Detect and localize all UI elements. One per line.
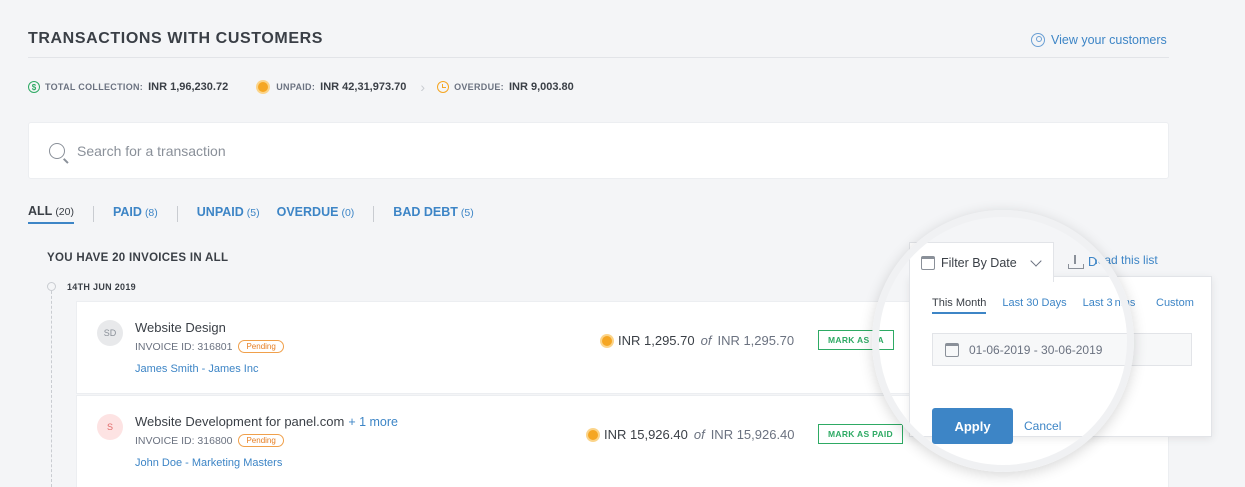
tab-unpaid-count: (5): [246, 207, 260, 219]
tab-bad-debt-label: BAD DEBT: [393, 205, 458, 219]
invoice-id: INVOICE ID: 316801: [135, 340, 233, 353]
clock-icon: [437, 81, 450, 93]
tab-months-partial[interactable]: nths: [1115, 297, 1136, 314]
tab-bad-debt-count: (5): [460, 207, 474, 219]
total-collection-stat: $ TOTAL COLLECTION: INR 1,96,230.72: [28, 81, 228, 93]
avatar: S: [97, 414, 123, 440]
tab-paid-label: PAID: [113, 205, 142, 219]
customer-link[interactable]: James Smith - James Inc: [135, 363, 258, 375]
filter-by-date-label: Filter By Date: [941, 255, 1017, 270]
filter-by-date-button[interactable]: Filter By Date: [909, 242, 1054, 282]
timeline-dot: [47, 282, 56, 291]
status-badge: Pending: [238, 340, 284, 353]
sun-icon: [588, 429, 598, 440]
tab-unpaid[interactable]: UNPAID (5): [197, 205, 260, 223]
amount-of: of: [693, 427, 705, 442]
tab-all-count: (20): [55, 206, 74, 218]
status-badge: Pending: [238, 434, 284, 447]
apply-button[interactable]: Apply: [932, 408, 1013, 444]
mark-as-paid-button[interactable]: MARK AS PAID: [818, 424, 903, 444]
tab-last-30-days[interactable]: Last 30 Days: [1002, 297, 1066, 314]
tab-last-3-months[interactable]: Last 3: [1083, 297, 1113, 314]
tab-overdue-count: (0): [341, 207, 355, 219]
date-group-label: 14TH JUN 2019: [67, 282, 136, 292]
tab-all[interactable]: ALL (20): [28, 204, 74, 224]
tab-unpaid-label: UNPAID: [196, 205, 244, 219]
timeline-line: [51, 286, 52, 487]
sun-icon: [258, 82, 269, 92]
search-bar[interactable]: [28, 122, 1169, 179]
separator-icon: ›: [420, 79, 426, 95]
amount-due: INR 15,926.40: [604, 427, 688, 442]
download-partial-label: D: [1088, 255, 1098, 269]
unpaid-value: INR 42,31,973.70: [320, 81, 407, 93]
invoice-id-row: INVOICE ID: 316801 Pending: [135, 340, 284, 353]
tab-overdue-label: OVERDUE: [276, 205, 339, 219]
tab-bad-debt[interactable]: BAD DEBT (5): [393, 205, 473, 223]
total-collection-label: TOTAL COLLECTION:: [45, 82, 144, 92]
view-customers-label: View your customers: [1051, 33, 1167, 47]
dollar-icon: $: [28, 81, 40, 93]
more-items-link[interactable]: + 1 more: [348, 415, 398, 429]
unpaid-stat: UNPAID: INR 42,31,973.70: [258, 81, 406, 93]
calendar-icon: [921, 255, 935, 270]
amount-total: INR 1,295.70: [717, 333, 795, 348]
download-list-link[interactable]: load this list: [1095, 253, 1158, 267]
tab-paid-count: (8): [144, 207, 158, 219]
cancel-button[interactable]: Cancel: [1024, 419, 1061, 433]
overdue-stat: OVERDUE: INR 9,003.80: [437, 81, 574, 93]
invoice-amount: INR 15,926.40 of INR 15,926.40: [588, 427, 795, 442]
total-collection-value: INR 1,96,230.72: [148, 81, 229, 93]
download-icon: [1068, 255, 1084, 269]
amount-of: of: [700, 333, 712, 348]
calendar-icon: [945, 342, 959, 357]
tab-paid[interactable]: PAID (8): [113, 205, 158, 223]
tab-divider: [93, 206, 94, 222]
page-title: TRANSACTIONS WITH CUSTOMERS: [28, 30, 324, 47]
amount-total: INR 15,926.40: [710, 427, 795, 442]
date-range-value: 01-06-2019 - 30-06-2019: [969, 342, 1103, 357]
download-button[interactable]: D: [1068, 255, 1097, 269]
customer-link[interactable]: John Doe - Marketing Masters: [135, 457, 282, 469]
invoice-title-row: Website Development for panel.com + 1 mor…: [135, 414, 398, 429]
date-range-field[interactable]: 01-06-2019 - 30-06-2019: [932, 333, 1192, 366]
tab-custom[interactable]: Custom: [1156, 297, 1194, 309]
status-tabs: ALL (20) PAID (8) UNPAID (5) OVERDUE (0)…: [28, 204, 474, 224]
tab-divider: [176, 206, 178, 222]
chevron-down-icon: [1030, 254, 1042, 267]
tab-overdue[interactable]: OVERDUE (0): [277, 205, 355, 223]
avatar: SD: [97, 320, 123, 346]
invoice-id: INVOICE ID: 316800: [135, 434, 233, 447]
unpaid-label: UNPAID:: [276, 82, 316, 92]
sun-icon: [602, 335, 612, 346]
search-icon: [49, 142, 65, 159]
invoice-count-heading: YOU HAVE 20 INVOICES IN ALL: [47, 252, 229, 264]
customer-icon: [1031, 33, 1045, 47]
mark-as-paid-button[interactable]: MARK AS PA: [818, 330, 894, 350]
summary-stats: $ TOTAL COLLECTION: INR 1,96,230.72 UNPA…: [28, 79, 588, 95]
view-customers-link[interactable]: View your customers: [1031, 33, 1167, 47]
overdue-value: INR 9,003.80: [508, 81, 574, 93]
invoice-title[interactable]: Website Design: [135, 320, 226, 335]
amount-due: INR 1,295.70: [618, 333, 695, 348]
search-input[interactable]: [77, 142, 677, 159]
invoice-id-row: INVOICE ID: 316800 Pending: [135, 434, 284, 447]
tab-divider: [373, 206, 375, 222]
invoice-title[interactable]: Website Development for panel.com: [135, 414, 344, 429]
tab-this-month[interactable]: This Month: [932, 297, 987, 314]
header-divider: [28, 57, 1169, 58]
invoice-amount: INR 1,295.70 of INR 1,295.70: [602, 333, 794, 348]
tab-all-label: ALL: [28, 204, 53, 218]
overdue-label: OVERDUE:: [454, 82, 504, 92]
